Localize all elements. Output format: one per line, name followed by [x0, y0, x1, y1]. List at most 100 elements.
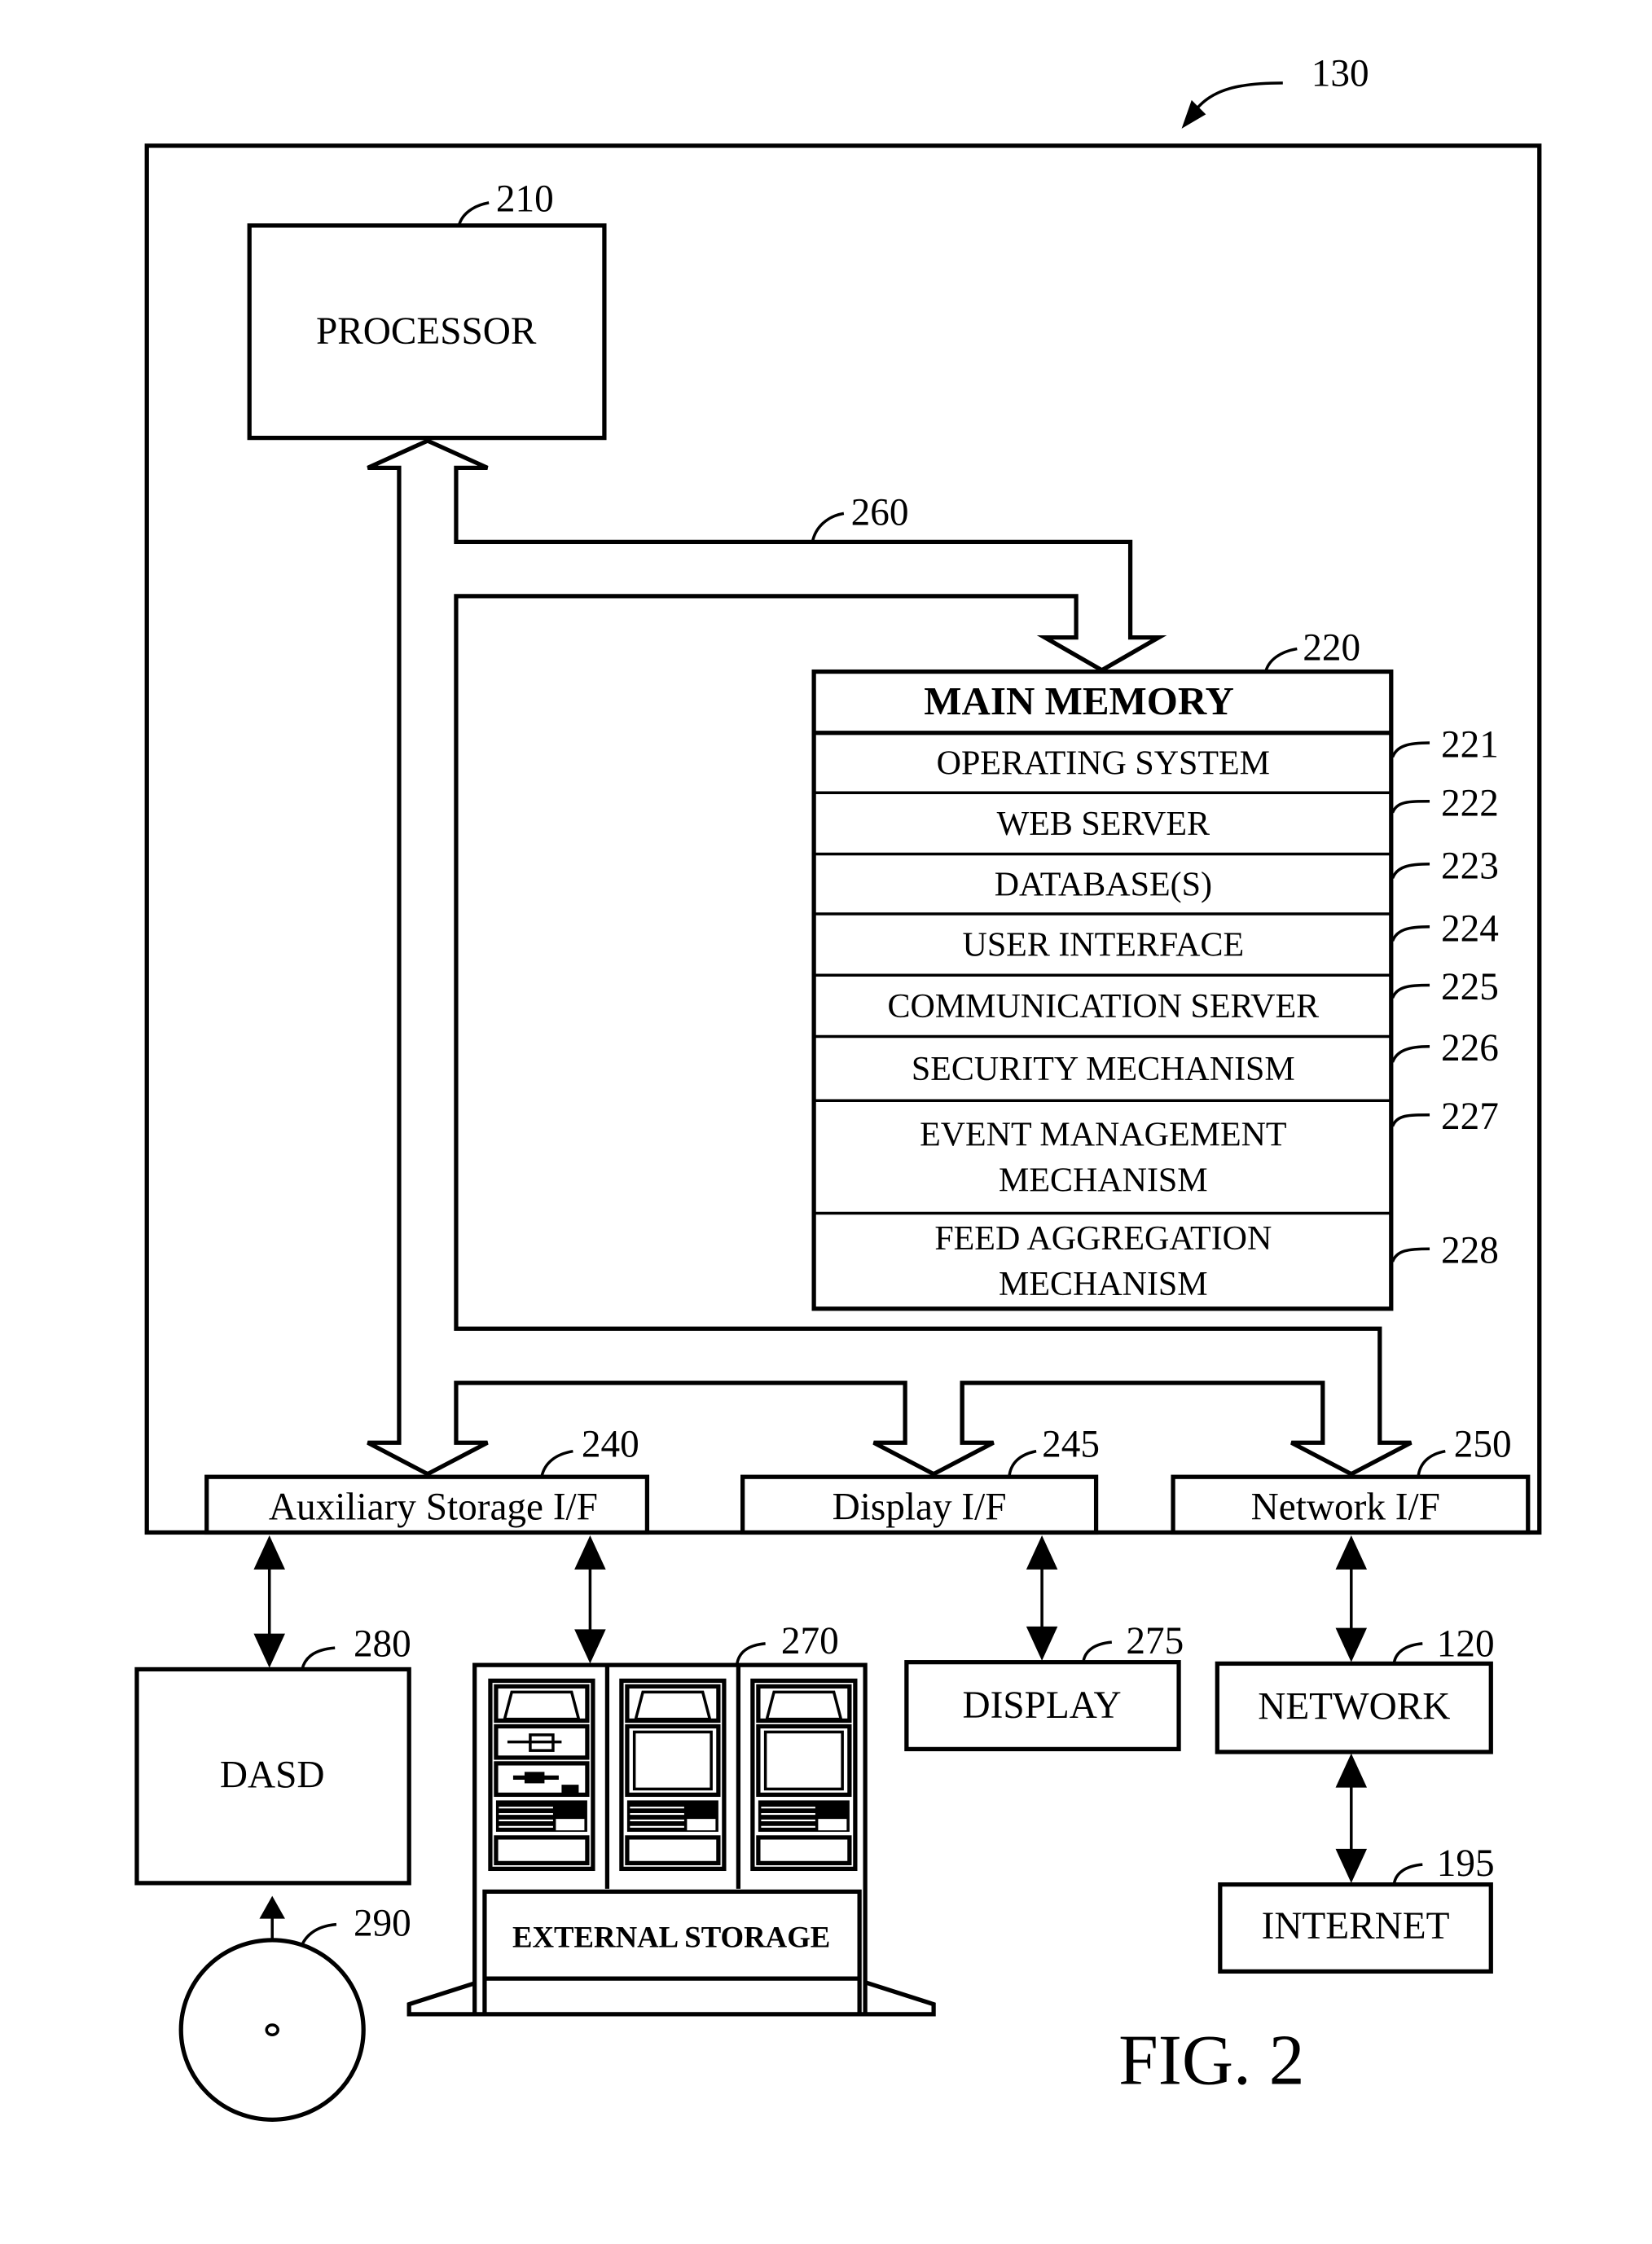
- memory-row-label: USER INTERFACE: [963, 927, 1245, 964]
- disk-to-dasd-arrowhead-icon: [259, 1895, 285, 1919]
- display-interface-label: Display I/F: [833, 1486, 1007, 1529]
- memory-row-label: WEB SERVER: [997, 806, 1210, 843]
- bay-bottom-panel: [756, 1835, 852, 1866]
- aux-storage-interface-ref: 240: [582, 1424, 639, 1466]
- network-interface-ref: 250: [1454, 1424, 1512, 1466]
- memory-row-label: MECHANISM: [999, 1266, 1208, 1303]
- external-storage-ref-leader: [735, 1642, 766, 1666]
- display-device-label: DISPLAY: [963, 1684, 1122, 1727]
- memory-row-ref: 222: [1441, 782, 1499, 824]
- network-to-internet-connector: [1335, 1753, 1368, 1883]
- dasd-ref: 280: [354, 1623, 411, 1666]
- drive-indicator: [561, 1785, 579, 1794]
- memory-row-ref: 227: [1441, 1096, 1499, 1138]
- display-device-ref-leader: [1082, 1640, 1112, 1663]
- memory-row-ref-leader: [1391, 1045, 1430, 1063]
- internet-ref: 195: [1437, 1842, 1495, 1885]
- display-interface-ref: 245: [1042, 1424, 1100, 1466]
- vent-label-area: [687, 1819, 716, 1831]
- display-interface-ref-leader: [1008, 1449, 1037, 1478]
- disk-ref-leader: [301, 1922, 337, 1945]
- memory-row-ref-leader: [1391, 1113, 1430, 1127]
- arrow-up-icon: [253, 1535, 285, 1570]
- aux-storage-interface-ref-leader: [540, 1449, 573, 1478]
- arrow-down-icon: [253, 1633, 285, 1668]
- memory-row-label: MECHANISM: [999, 1162, 1208, 1199]
- bay-bottom-panel: [494, 1835, 590, 1866]
- storage-bay: [619, 1678, 727, 1872]
- arrow-down-icon: [1026, 1626, 1058, 1661]
- main-memory-title: MAIN MEMORY: [924, 678, 1234, 723]
- internet-ref-leader: [1392, 1863, 1423, 1885]
- external-storage-ref: 270: [781, 1620, 839, 1662]
- dasd[interactable]: DASD 280: [134, 1623, 411, 1886]
- main-memory-ref: 220: [1303, 627, 1360, 670]
- memory-row-label: EVENT MANAGEMENT: [920, 1116, 1287, 1153]
- memory-row-label: COMMUNICATION SERVER: [888, 988, 1320, 1025]
- drive-slot-latch: [524, 1772, 545, 1784]
- system-ref-130: 130: [1181, 52, 1369, 129]
- bay-bottom-panel: [625, 1835, 721, 1866]
- memory-row-ref-leader: [1391, 1247, 1430, 1263]
- dasd-ref-leader: [301, 1646, 336, 1670]
- vent-label-area: [818, 1819, 847, 1831]
- storage-bay: [750, 1678, 858, 1872]
- arrow-up-icon: [1335, 1535, 1368, 1570]
- storage-bays: [488, 1678, 858, 1872]
- arrow-down-icon: [574, 1629, 606, 1664]
- main-memory[interactable]: MAIN MEMORY 220 OPERATING SYSTEM 221 WEB S…: [811, 627, 1499, 1311]
- network-device-ref: 120: [1437, 1623, 1495, 1666]
- external-storage-label: EXTERNAL STORAGE: [512, 1921, 830, 1954]
- bus-ref-leader: [811, 512, 845, 542]
- system-ref-label: 130: [1311, 52, 1369, 94]
- network-interface-ref-leader: [1417, 1449, 1446, 1478]
- memory-row-ref: 225: [1441, 966, 1499, 1008]
- bay-window: [756, 1724, 852, 1798]
- disk-ref: 290: [354, 1903, 411, 1945]
- memory-row-ref: 226: [1441, 1027, 1499, 1069]
- disk-icon[interactable]: [178, 1938, 366, 2122]
- arrow-up-icon: [574, 1535, 606, 1570]
- bus-ref-label: 260: [851, 491, 909, 534]
- aux-to-dasd-connector: [253, 1535, 285, 1668]
- memory-row-ref: 221: [1441, 724, 1499, 766]
- aux-storage-interface-label: Auxiliary Storage I/F: [269, 1486, 598, 1529]
- memory-row-ref-leader: [1391, 741, 1430, 758]
- disk[interactable]: 290: [178, 1895, 411, 2122]
- internet-label: INTERNET: [1262, 1905, 1450, 1948]
- system-ref-leader: [1193, 81, 1283, 112]
- bay-window: [625, 1724, 721, 1798]
- display-device-ref: 275: [1126, 1620, 1184, 1662]
- network-device-label: NETWORK: [1258, 1686, 1450, 1728]
- main-memory-ref-leader: [1264, 647, 1298, 673]
- memory-row-ref: 224: [1441, 907, 1499, 950]
- memory-row-label: OPERATING SYSTEM: [937, 745, 1270, 783]
- aux-to-external-storage-connector: [574, 1535, 606, 1664]
- memory-row-ref-leader: [1391, 983, 1430, 999]
- network-if-to-network-connector: [1335, 1535, 1368, 1662]
- processor[interactable]: PROCESSOR 210: [247, 178, 607, 441]
- external-storage[interactable]: EXTERNAL STORAGE 270: [406, 1620, 936, 2017]
- memory-row-ref-leader: [1391, 863, 1430, 880]
- arrow-up-icon: [1335, 1753, 1368, 1788]
- network-device-ref-leader: [1392, 1642, 1423, 1664]
- memory-row-label: DATABASE(S): [995, 866, 1212, 903]
- memory-row-ref: 228: [1441, 1230, 1499, 1272]
- memory-row-ref-leader: [1391, 800, 1430, 814]
- processor-label: PROCESSOR: [316, 310, 537, 353]
- dasd-label: DASD: [220, 1754, 325, 1797]
- arrow-up-icon: [1026, 1535, 1058, 1570]
- memory-row-label: FEED AGGREGATION: [934, 1220, 1272, 1258]
- network-interface-label: Network I/F: [1251, 1486, 1440, 1529]
- memory-row-label: SECURITY MECHANISM: [912, 1051, 1295, 1088]
- storage-bay: [488, 1678, 595, 1872]
- arrow-down-icon: [1335, 1848, 1368, 1883]
- processor-ref-leader: [457, 201, 490, 226]
- display-if-to-display-connector: [1026, 1535, 1058, 1661]
- processor-ref: 210: [496, 178, 554, 220]
- figure-caption: FIG. 2: [1118, 2021, 1304, 2100]
- arrow-down-icon: [1335, 1627, 1368, 1662]
- computer-system-diagram: 130 260 PROCESSOR 210 MAIN MEMORY 220 OP…: [134, 52, 1542, 2122]
- memory-row-ref-leader: [1391, 925, 1430, 942]
- vent-label-area: [556, 1819, 585, 1831]
